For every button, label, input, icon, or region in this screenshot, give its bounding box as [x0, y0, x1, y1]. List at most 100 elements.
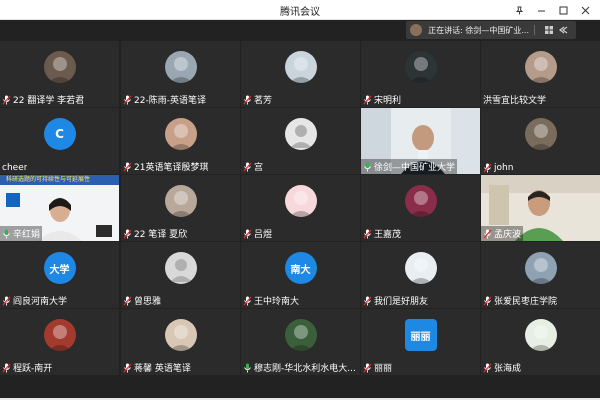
profile-photo	[528, 258, 553, 284]
slide-graphic	[6, 193, 20, 207]
participant-name: 22 翻译学 李若君	[13, 96, 85, 106]
speaker-avatar	[410, 24, 423, 36]
mic-muted-icon	[123, 229, 132, 239]
participant-label: 22 笔译 夏欣	[123, 227, 238, 240]
participant-tile[interactable]: Ccheer	[0, 108, 119, 174]
participant-tile[interactable]: 徐剑—中国矿业大学	[361, 108, 480, 174]
participant-tile[interactable]: 穆志刚-华北水利水电大...	[241, 309, 360, 375]
speaker-text: 正在讲话: 徐剑—中国矿业...	[428, 25, 529, 35]
participant-tile[interactable]: 宋明利	[361, 41, 480, 107]
avatar	[164, 51, 197, 83]
profile-photo	[408, 258, 433, 284]
avatar: 大学	[43, 252, 76, 284]
mic-muted-icon	[363, 95, 372, 105]
mic-muted-icon	[123, 296, 132, 306]
participant-label: 穆志刚-华北水利水电大...	[243, 361, 358, 374]
avatar	[524, 51, 557, 83]
participant-name: 吕煜	[254, 230, 273, 240]
participant-name: 宫	[254, 163, 264, 173]
profile-photo	[168, 124, 193, 150]
profile-photo	[47, 325, 72, 351]
participant-name: 阎良河南大学	[13, 297, 68, 307]
profile-photo	[528, 124, 553, 150]
speaker-indicator: 正在讲话: 徐剑—中国矿业...	[406, 21, 576, 39]
participant-tile[interactable]: 程跃-南开	[0, 309, 119, 375]
participant-label: 宫	[243, 160, 358, 173]
participant-label: 张爱民枣庄学院	[483, 294, 598, 307]
mic-muted-icon	[243, 296, 252, 306]
default-user-icon	[169, 259, 192, 282]
shared-slide-title: 科研选题的可持续性与可延展性	[0, 175, 119, 185]
participant-tile[interactable]: 22-陈雨-英语笔译	[121, 41, 240, 107]
participant-tile[interactable]: 王嘉茂	[361, 175, 480, 241]
close-icon[interactable]	[574, 0, 596, 20]
participant-tile[interactable]: 洪雪宜比较文学	[481, 41, 600, 107]
avatar: 南大	[284, 252, 317, 284]
participant-tile[interactable]: 科研选题的可持续性与可延展性辛红娟	[0, 175, 119, 241]
profile-photo	[168, 325, 193, 351]
participant-label: cheer	[2, 163, 117, 173]
participant-name: 21英语笔译殷梦琪	[134, 163, 209, 173]
profile-photo	[528, 57, 553, 83]
default-user-icon	[289, 125, 312, 148]
participant-label: 王中玲南大	[243, 294, 358, 307]
participant-tile[interactable]: 大学阎良河南大学	[0, 242, 119, 308]
participant-name: cheer	[2, 163, 28, 173]
participant-label: 吕煜	[243, 227, 358, 240]
participant-label: 洪雪宜比较文学	[483, 93, 598, 106]
avatar	[284, 118, 317, 150]
participant-name: 22 笔译 夏欣	[134, 230, 188, 240]
window-titlebar: 腾讯会议	[0, 0, 600, 20]
participant-label: 宋明利	[363, 93, 478, 106]
participant-name: 穆志刚-华北水利水电大...	[254, 364, 356, 374]
minimize-icon[interactable]	[530, 0, 552, 20]
participant-label: 蒋馨 英语笔译	[123, 361, 238, 374]
mic-muted-icon	[243, 229, 252, 239]
maximize-icon[interactable]	[552, 0, 574, 20]
mic-icon	[2, 229, 11, 239]
participant-name: 辛红娟	[13, 230, 41, 240]
avatar	[404, 185, 437, 217]
profile-photo	[408, 57, 433, 83]
participant-tile[interactable]: 21英语笔译殷梦琪	[121, 108, 240, 174]
pin-icon[interactable]	[508, 0, 530, 20]
avatar	[164, 118, 197, 150]
participant-tile[interactable]: 吕煜	[241, 175, 360, 241]
participant-tile[interactable]: 丽丽 丽丽	[361, 309, 480, 375]
participant-tile[interactable]: 宫	[241, 108, 360, 174]
participant-label: 21英语笔译殷梦琪	[123, 160, 238, 173]
mic-muted-icon	[363, 296, 372, 306]
participant-label: john	[483, 163, 598, 173]
participant-tile[interactable]: 张海成	[481, 309, 600, 375]
profile-photo	[168, 191, 193, 217]
participant-label: 茗芳	[243, 93, 358, 106]
participant-name: 22-陈雨-英语笔译	[134, 96, 206, 106]
participant-tile[interactable]: 南大 王中玲南大	[241, 242, 360, 308]
participant-label: 我们是好朋友	[363, 294, 478, 307]
participant-tile[interactable]: 孟庆波	[481, 175, 600, 241]
collapse-arrow-icon[interactable]	[558, 24, 570, 36]
window-controls	[508, 0, 596, 20]
participant-tile[interactable]: 曾思雅	[121, 242, 240, 308]
participant-label: 丽丽	[363, 361, 478, 374]
mic-muted-icon	[2, 363, 11, 373]
grid-layout-icon[interactable]	[543, 24, 555, 36]
mic-muted-icon	[363, 229, 372, 239]
speaker-divider	[534, 25, 535, 35]
participant-tile[interactable]: 22 笔译 夏欣	[121, 175, 240, 241]
participant-name: 曾思雅	[134, 297, 162, 307]
participant-tile[interactable]: john	[481, 108, 600, 174]
profile-photo	[288, 191, 313, 217]
profile-photo	[528, 325, 553, 351]
avatar	[404, 51, 437, 83]
participant-tile[interactable]: 蒋馨 英语笔译	[121, 309, 240, 375]
participant-name: 张海成	[494, 364, 522, 374]
mic-muted-icon	[2, 296, 11, 306]
participant-tile[interactable]: 我们是好朋友	[361, 242, 480, 308]
participant-label: 孟庆波	[481, 226, 524, 241]
participant-tile[interactable]: 22 翻译学 李若君	[0, 41, 119, 107]
participant-name: 我们是好朋友	[374, 297, 429, 307]
participant-tile[interactable]: 茗芳	[241, 41, 360, 107]
participant-tile[interactable]: 张爱民枣庄学院	[481, 242, 600, 308]
participant-label: 辛红娟	[0, 226, 43, 241]
